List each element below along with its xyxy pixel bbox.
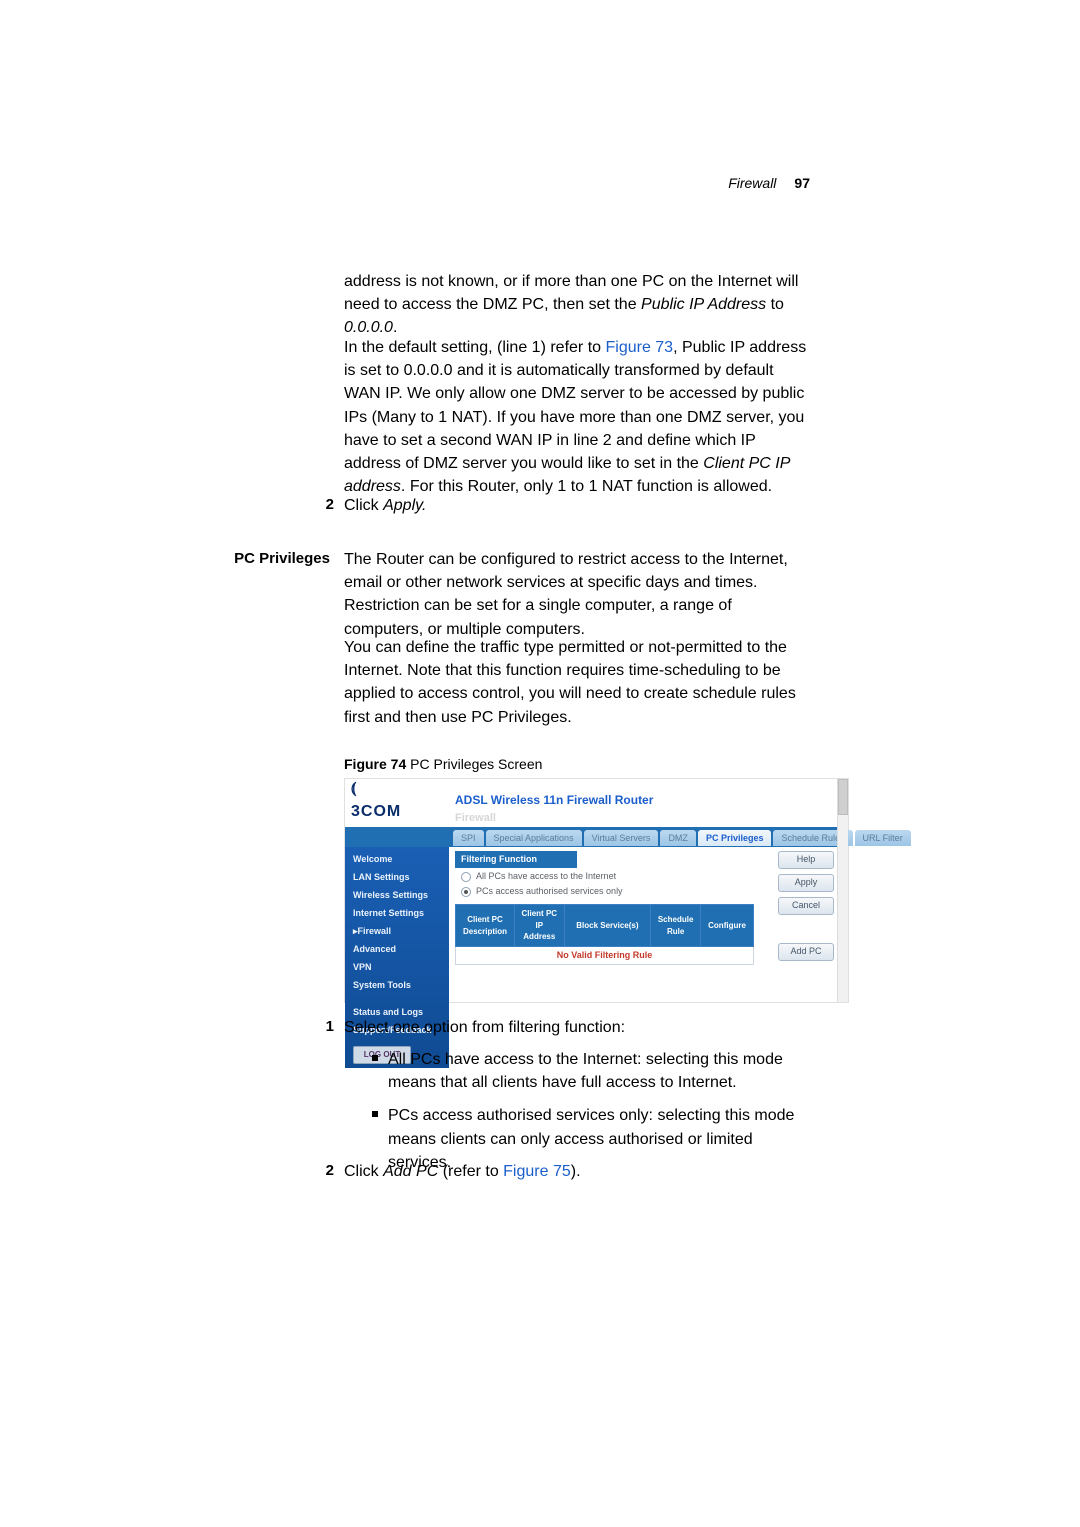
tab-pcpriv[interactable]: PC Privileges (698, 830, 772, 846)
bullet-icon (372, 1055, 378, 1061)
no-rule-row: No Valid Filtering Rule (456, 946, 754, 964)
tab-spi[interactable]: SPI (453, 830, 484, 846)
sidebar-item-welcome[interactable]: Welcome (353, 853, 443, 866)
figure74-caption: Figure 74 PC Privileges Screen (344, 754, 810, 774)
scrollbar-thumb[interactable] (838, 779, 848, 815)
figure73-link[interactable]: Figure 73 (605, 339, 673, 356)
step-number-2: 2 (320, 1160, 334, 1182)
sidebar-item-advanced[interactable]: Advanced (353, 943, 443, 956)
brand-text: 3COM (351, 800, 443, 823)
tab-dmz[interactable]: DMZ (660, 830, 696, 846)
tab-special[interactable]: Special Applications (486, 830, 582, 846)
col-schedule: Schedule Rule (651, 905, 701, 947)
running-header-section: Firewall (728, 175, 776, 191)
radio-icon (461, 887, 471, 897)
step2-text: Click Add PC (refer to Figure 75). (344, 1160, 810, 1199)
section-name: Firewall (455, 811, 834, 827)
apply-button[interactable]: Apply (778, 874, 834, 892)
product-name: ADSL Wireless 11n Firewall Router (455, 792, 834, 809)
step-applyclick: Click Apply. (344, 494, 810, 533)
help-button[interactable]: Help (778, 851, 834, 869)
running-header: Firewall 97 (728, 173, 810, 193)
sidebar-item-firewall[interactable]: Firewall (353, 925, 443, 938)
logo: ⦅ 3COM (351, 777, 443, 827)
bullet-1: All PCs have access to the Internet: sel… (372, 1048, 810, 1094)
radio-allpcs[interactable]: All PCs have access to the Internet (461, 870, 754, 883)
sidehead-pc-privileges: PC Privileges (210, 548, 330, 570)
dmz-para2: In the default setting, (line 1) refer t… (344, 336, 810, 514)
radio-icon (461, 872, 471, 882)
rules-table: Client PC Description Client PC IP Addre… (455, 904, 754, 965)
figure74-router-ui: ⦅ 3COM ADSL Wireless 11n Firewall Router… (344, 778, 849, 1003)
col-clientdesc: Client PC Description (456, 905, 515, 947)
radio-authorised-label: PCs access authorised services only (476, 885, 623, 898)
tab-virtual[interactable]: Virtual Servers (584, 830, 659, 846)
col-clientip: Client PC IP Address (515, 905, 565, 947)
router-header: ⦅ 3COM ADSL Wireless 11n Firewall Router… (345, 779, 848, 829)
pc-privileges-p2: You can define the traffic type permitte… (344, 636, 810, 745)
col-block: Block Service(s) (564, 905, 651, 947)
step-number-applyclick: 2 (320, 494, 334, 516)
sidebar-item-vpn[interactable]: VPN (353, 961, 443, 974)
bullet-icon (372, 1111, 378, 1117)
radio-authorised[interactable]: PCs access authorised services only (461, 885, 754, 898)
panel-heading: Filtering Function (455, 851, 577, 868)
col-configure: Configure (701, 905, 754, 947)
step-number-1: 1 (320, 1016, 334, 1038)
page-number: 97 (794, 175, 810, 191)
logo-swoosh-icon: ⦅ (351, 777, 443, 800)
figure75-link[interactable]: Figure 75 (503, 1163, 571, 1180)
cancel-button[interactable]: Cancel (778, 897, 834, 915)
tab-urlfilter[interactable]: URL Filter (855, 830, 911, 846)
sidebar-item-wireless[interactable]: Wireless Settings (353, 889, 443, 902)
sidebar-item-tools[interactable]: System Tools (353, 979, 443, 992)
tab-row: SPI Special Applications Virtual Servers… (345, 829, 838, 847)
sidebar-item-internet[interactable]: Internet Settings (353, 907, 443, 920)
page: Firewall97 address is not known, or if m… (0, 0, 1080, 1527)
router-title-col: ADSL Wireless 11n Firewall Router Firewa… (455, 792, 834, 827)
sidebar-item-lan[interactable]: LAN Settings (353, 871, 443, 884)
radio-allpcs-label: All PCs have access to the Internet (476, 870, 616, 883)
addpc-button[interactable]: Add PC (778, 943, 834, 961)
